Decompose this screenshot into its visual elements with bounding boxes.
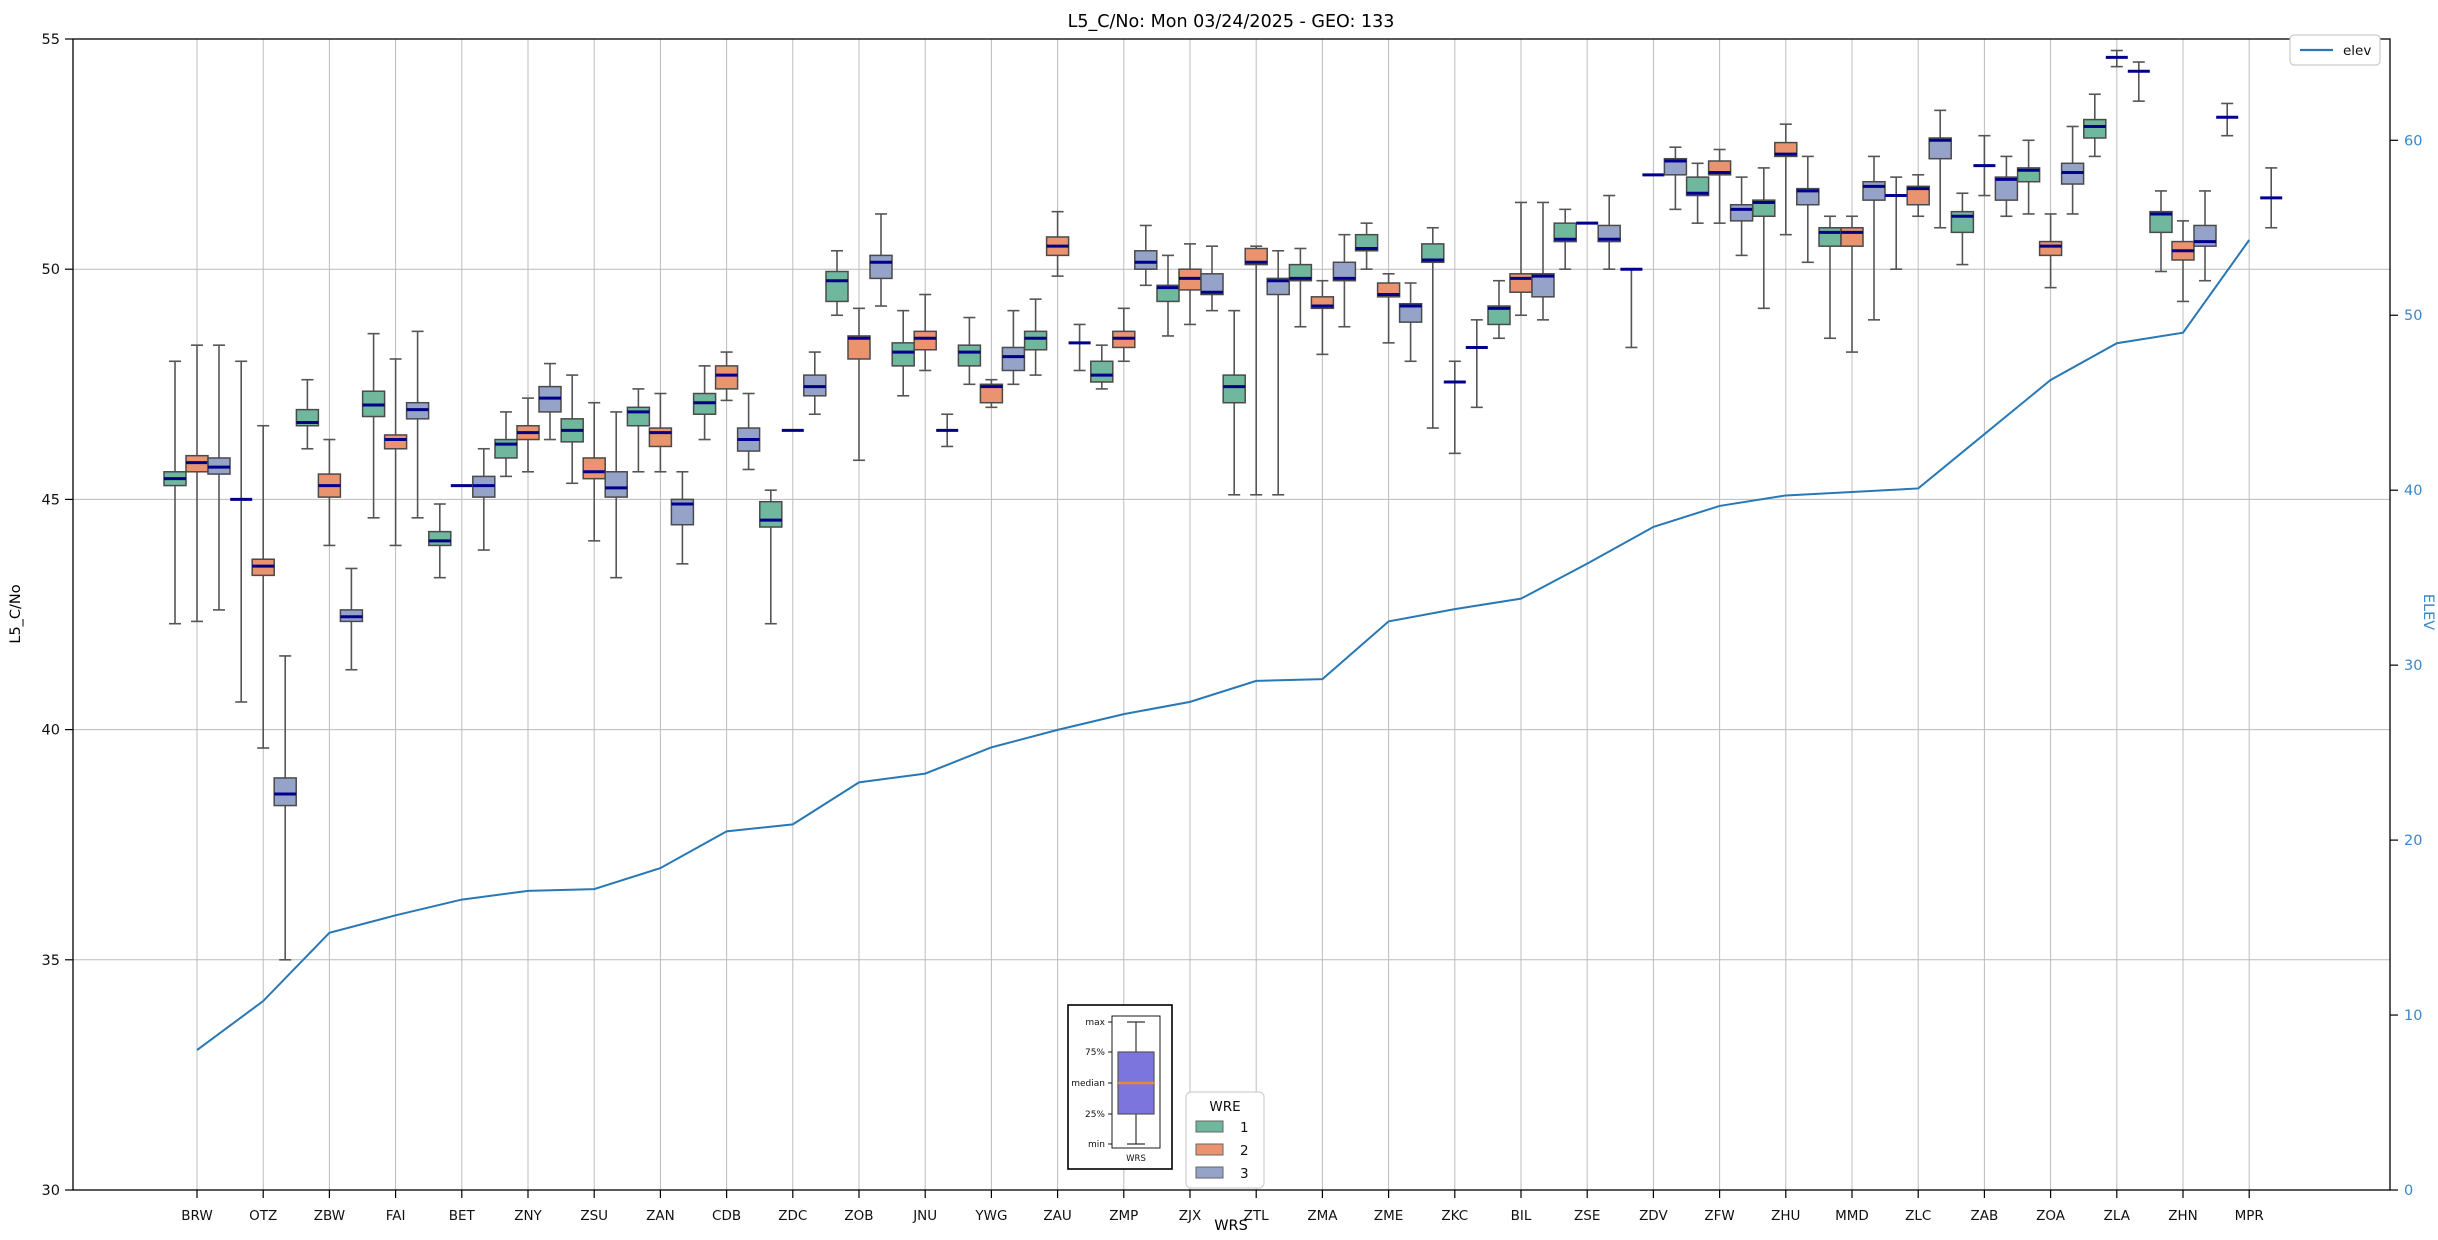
svg-text:50: 50 [42, 262, 60, 278]
wre-legend-item: 3 [1240, 1166, 1249, 1182]
x-tick-ZOB: ZOB [844, 1208, 873, 1224]
x-axis-label: WRS [1214, 1218, 1248, 1234]
right-axis-label: ELEV [2420, 594, 2436, 630]
svg-text:35: 35 [42, 953, 60, 969]
boxplot-series [163, 49, 2283, 961]
y-axis-label: L5_C/No [8, 584, 24, 643]
x-tick-ZDC: ZDC [778, 1208, 807, 1224]
x-tick-ZMA: ZMA [1307, 1208, 1338, 1224]
x-tick-ZKC: ZKC [1441, 1208, 1468, 1224]
x-tick-BIL: BIL [1511, 1208, 1532, 1224]
x-tick-FAI: FAI [386, 1208, 406, 1224]
wre-legend-title: WRE [1209, 1099, 1240, 1115]
chart-canvas: 30 35 40 45 50 55 0 10 20 30 40 50 60 BRW OTZ ZBW FAI BET… [8, 12, 2436, 1234]
svg-text:30: 30 [42, 1183, 60, 1199]
x-tick-ZME: ZME [1374, 1208, 1403, 1224]
x-tick-ZOA: ZOA [2036, 1208, 2066, 1224]
x-tick-ZMP: ZMP [1109, 1208, 1138, 1224]
x-tick-ZAN: ZAN [646, 1208, 675, 1224]
svg-text:0: 0 [2404, 1183, 2413, 1199]
x-tick-ZAU: ZAU [1043, 1208, 1071, 1224]
x-tick-ZHN: ZHN [2168, 1208, 2198, 1224]
svg-text:40: 40 [2404, 483, 2422, 499]
svg-text:20: 20 [2404, 833, 2422, 849]
svg-text:60: 60 [2404, 133, 2422, 149]
chart-title: L5_C/No: Mon 03/24/2025 - GEO: 133 [1068, 12, 1395, 32]
elev-legend: elev [2289, 34, 2381, 66]
x-tick-MMD: MMD [1835, 1208, 1869, 1224]
x-tick-BET: BET [449, 1208, 476, 1224]
inset-label-min: min [1088, 1140, 1105, 1150]
x-tick-ZHU: ZHU [1771, 1208, 1800, 1224]
figure: 30 35 40 45 50 55 0 10 20 30 40 50 60 BRW OTZ ZBW FAI BET… [0, 0, 2438, 1240]
svg-text:40: 40 [42, 723, 60, 739]
x-tick-ZFW: ZFW [1704, 1208, 1734, 1224]
elev-line [196, 239, 2251, 1051]
wre-legend-item: 2 [1240, 1143, 1249, 1159]
elev-legend-label: elev [2343, 43, 2371, 59]
axes: 30 35 40 45 50 55 0 10 20 30 40 50 60 BRW OTZ ZBW FAI BET… [42, 32, 2423, 1224]
x-tick-JNU: JNU [912, 1208, 937, 1224]
x-tick-OTZ: OTZ [249, 1208, 277, 1224]
inset-label-median: median [1071, 1079, 1105, 1089]
x-tick-ZSU: ZSU [580, 1208, 608, 1224]
x-tick-ZJX: ZJX [1179, 1208, 1201, 1224]
svg-text:50: 50 [2404, 308, 2422, 324]
x-tick-CDB: CDB [712, 1208, 741, 1224]
x-tick-YWG: YWG [974, 1208, 1007, 1224]
x-tick-ZNY: ZNY [514, 1208, 542, 1224]
x-tick-ZLA: ZLA [2104, 1208, 2131, 1224]
inset-xlabel: WRS [1126, 1154, 1146, 1164]
x-tick-MPR: MPR [2235, 1208, 2264, 1224]
wre-legend: WRE1 2 3 [1185, 1091, 1265, 1189]
svg-text:10: 10 [2404, 1008, 2422, 1024]
svg-text:45: 45 [42, 492, 60, 508]
svg-text:55: 55 [42, 32, 60, 48]
wre-legend-item: 1 [1240, 1120, 1249, 1136]
inset-label-75%: 75% [1085, 1048, 1105, 1058]
x-tick-ZAB: ZAB [1971, 1208, 1999, 1224]
inset-label-25%: 25% [1085, 1110, 1105, 1120]
gridlines [73, 38, 2390, 1191]
boxplot-explainer-inset: max 75% median 25% min WRS [1067, 1004, 1173, 1170]
x-tick-BRW: BRW [181, 1208, 212, 1224]
svg-text:30: 30 [2404, 658, 2422, 674]
x-tick-ZBW: ZBW [314, 1208, 345, 1224]
inset-label-max: max [1085, 1018, 1105, 1028]
x-tick-ZSE: ZSE [1574, 1208, 1600, 1224]
x-tick-ZDV: ZDV [1639, 1208, 1668, 1224]
x-tick-ZLC: ZLC [1905, 1208, 1931, 1224]
